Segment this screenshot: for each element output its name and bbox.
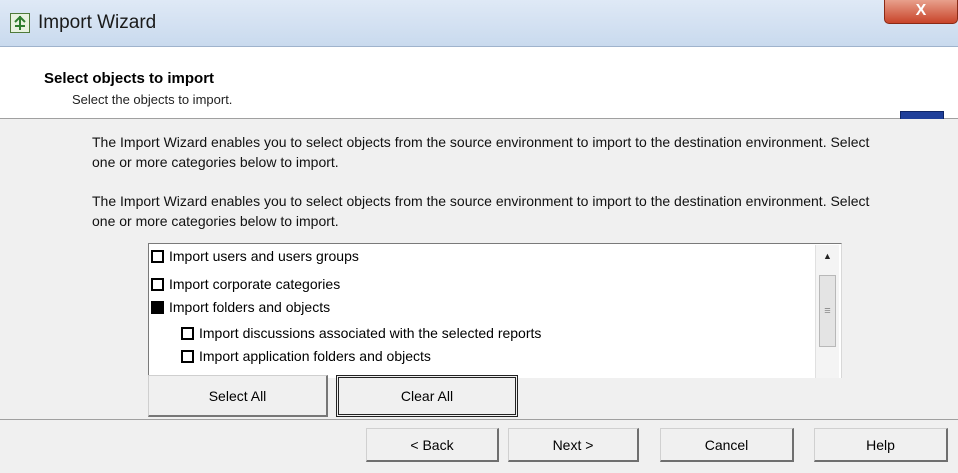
select-all-button[interactable]: Select All	[148, 375, 328, 417]
list-scrollbar[interactable]: ▲ ≡	[815, 245, 839, 378]
list-item-label: Import folders and objects	[169, 299, 331, 315]
list-item-folders-objects[interactable]: Import folders and objects	[151, 296, 330, 318]
window-title: Import Wizard	[38, 12, 157, 33]
list-item-corporate-categories[interactable]: Import corporate categories	[151, 273, 340, 295]
cancel-button[interactable]: Cancel	[660, 428, 794, 462]
title-bar: Import Wizard X	[0, 0, 958, 47]
import-category-list[interactable]: Import users and users groups Import cor…	[148, 243, 842, 378]
scroll-up-arrow-icon[interactable]: ▲	[816, 245, 839, 267]
description-text: The Import Wizard enables you to select …	[92, 134, 870, 170]
back-button[interactable]: < Back	[366, 428, 499, 462]
clear-all-button[interactable]: Clear All	[336, 375, 518, 417]
list-item-application-folders[interactable]: Import application folders and objects	[181, 345, 431, 367]
list-item-users-groups[interactable]: Import users and users groups	[151, 245, 359, 267]
list-item-label: Import application folders and objects	[199, 348, 431, 364]
next-button[interactable]: Next >	[508, 428, 639, 462]
page-subtitle: Select the objects to import.	[72, 92, 233, 107]
import-wizard-app-icon	[10, 13, 30, 33]
checkbox[interactable]	[181, 326, 194, 340]
help-button[interactable]: Help	[814, 428, 948, 462]
list-item-label: Import discussions associated with the s…	[199, 325, 542, 341]
wizard-header: Select objects to import Select the obje…	[0, 47, 958, 155]
description-text-repeat: The Import Wizard enables you to select …	[92, 193, 870, 229]
checkbox-partially-checked[interactable]	[151, 300, 164, 314]
checkbox[interactable]	[181, 349, 194, 363]
list-item-label: Import corporate categories	[169, 276, 341, 292]
close-button[interactable]: X	[884, 0, 958, 24]
checkbox[interactable]	[151, 277, 164, 291]
checkbox[interactable]	[151, 249, 164, 263]
page-title: Select objects to import	[44, 70, 215, 87]
wizard-footer: < Back Next > Cancel Help	[0, 419, 958, 473]
list-item-label: Import users and users groups	[169, 248, 359, 264]
scroll-thumb[interactable]: ≡	[819, 275, 836, 347]
list-item-discussions[interactable]: Import discussions associated with the s…	[181, 322, 541, 344]
wizard-content: The Import Wizard enables you to select …	[0, 119, 958, 419]
